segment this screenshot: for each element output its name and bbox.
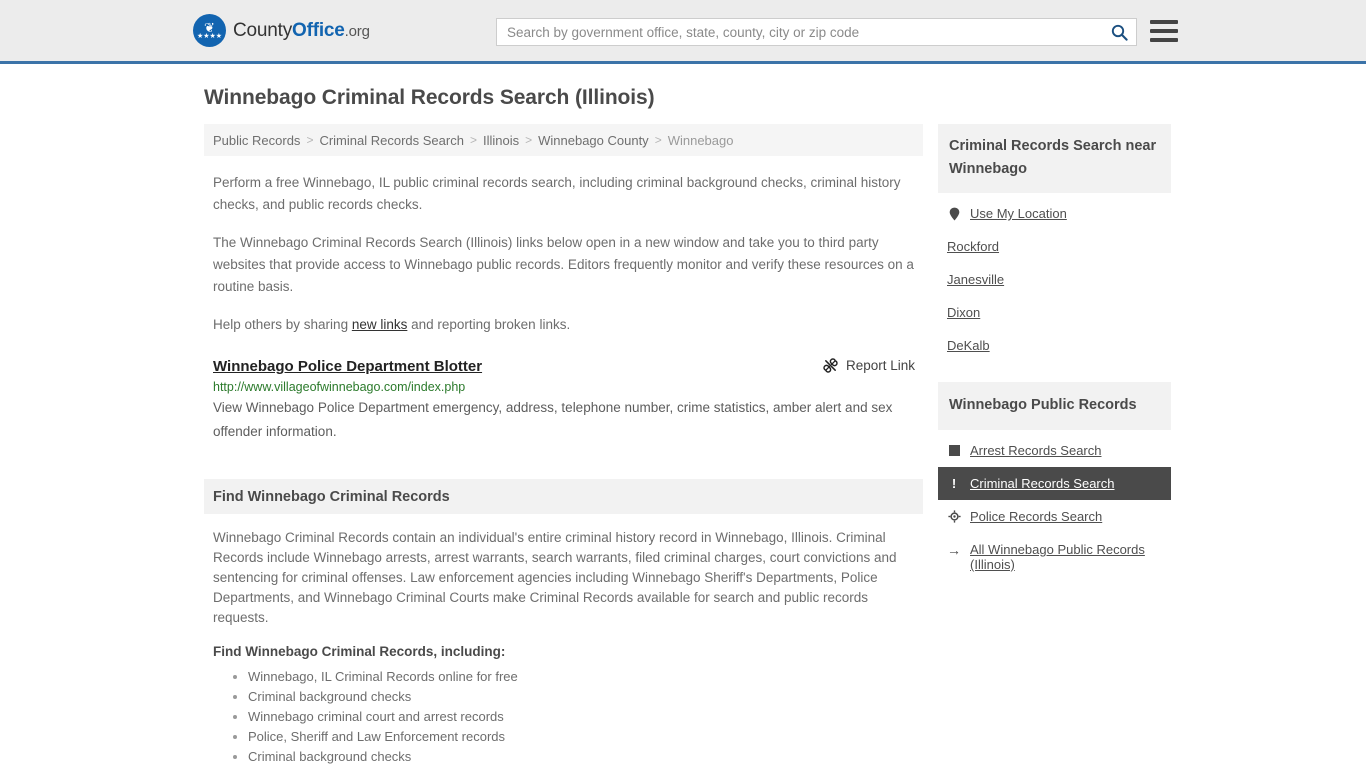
search-bar[interactable] (496, 18, 1137, 46)
breadcrumb: Public Records > Criminal Records Search… (204, 124, 923, 156)
sidebar-item-label[interactable]: Arrest Records Search (970, 443, 1102, 458)
sidebar-nearby-list: Use My Location Rockford Janesville Dixo… (938, 197, 1171, 362)
search-input[interactable] (497, 24, 1102, 40)
sidebar-item-police-records-search[interactable]: Police Records Search (938, 500, 1171, 533)
breadcrumb-separator: > (525, 133, 533, 147)
city-link-label[interactable]: Janesville (947, 272, 1004, 287)
sidebar-item-janesville[interactable]: Janesville (938, 263, 1171, 296)
sidebar-item-dekalb[interactable]: DeKalb (938, 329, 1171, 362)
list-item: Criminal background checks (248, 747, 923, 767)
menu-bar-2 (1150, 29, 1178, 33)
arrow-right-icon: → (947, 541, 961, 558)
breadcrumb-item-criminal-records-search[interactable]: Criminal Records Search (319, 133, 464, 148)
list-item: Winnebago, IL Criminal Records online fo… (248, 667, 923, 687)
breadcrumb-separator: > (306, 133, 314, 147)
sidebar-item-label[interactable]: Criminal Records Search (970, 476, 1115, 491)
result-title-link[interactable]: Winnebago Police Department Blotter (213, 358, 482, 375)
breadcrumb-item-public-records[interactable]: Public Records (213, 133, 300, 148)
map-pin-icon (947, 206, 961, 221)
result-url: http://www.villageofwinnebago.com/index.… (213, 380, 466, 394)
help-paragraph: Help others by sharing new links and rep… (204, 314, 923, 336)
result-header-row: Winnebago Police Department Blotter Repo… (213, 358, 923, 375)
content-columns: Public Records > Criminal Records Search… (204, 124, 1366, 767)
list-item: Winnebago criminal court and arrest reco… (248, 707, 923, 727)
search-icon[interactable] (1102, 19, 1136, 45)
page-container: Winnebago Criminal Records Search (Illin… (0, 64, 1366, 767)
stars-glyph: ★★★★ (196, 33, 223, 40)
eagle-emblem-icon: ❦ ★★★★ (193, 14, 226, 47)
list-item: Police, Sheriff and Law Enforcement reco… (248, 727, 923, 747)
search-glyph (1111, 24, 1128, 41)
result-item: Winnebago Police Department Blotter Repo… (204, 358, 923, 444)
report-link-button[interactable]: Report Link (823, 358, 923, 373)
hamburger-menu-icon[interactable] (1150, 20, 1178, 42)
breadcrumb-separator: > (469, 133, 477, 147)
sidebar-public-records-list: Arrest Records Search ! Criminal Records… (938, 434, 1171, 581)
sidebar-item-all-public-records[interactable]: → All Winnebago Public Records (Illinois… (938, 533, 1171, 581)
city-link-label[interactable]: Rockford (947, 239, 999, 254)
logo-suffix: .org (344, 22, 370, 40)
sidebar-item-criminal-records-search[interactable]: ! Criminal Records Search (938, 467, 1171, 500)
city-link-label[interactable]: DeKalb (947, 338, 990, 353)
sidebar: Criminal Records Search near Winnebago U… (938, 124, 1171, 767)
main-column: Public Records > Criminal Records Search… (204, 124, 923, 767)
exclamation-icon: ! (951, 476, 957, 491)
breadcrumb-separator: > (654, 133, 662, 147)
menu-bar-3 (1150, 38, 1178, 42)
sidebar-item-rockford[interactable]: Rockford (938, 230, 1171, 263)
help-prefix: Help others by sharing (213, 317, 352, 332)
logo-wordmark: CountyOffice.org (233, 20, 370, 42)
menu-bar-1 (1150, 20, 1178, 24)
breadcrumb-item-winnebago: Winnebago (667, 132, 734, 148)
target-icon (947, 509, 961, 524)
report-link-label: Report Link (845, 358, 915, 373)
logo-prefix: County (233, 19, 293, 41)
intro-paragraph-2: The Winnebago Criminal Records Search (I… (213, 235, 914, 294)
logo-bold: Office (292, 19, 345, 41)
map-pin-glyph (949, 207, 959, 220)
find-section-heading: Find Winnebago Criminal Records (204, 479, 923, 514)
breadcrumb-item-illinois[interactable]: Illinois (483, 133, 519, 148)
find-section-sub-heading: Find Winnebago Criminal Records, includi… (213, 644, 506, 659)
square-icon (947, 443, 961, 458)
sidebar-item-dixon[interactable]: Dixon (938, 296, 1171, 329)
site-logo[interactable]: ❦ ★★★★ CountyOffice.org (193, 14, 370, 47)
sidebar-item-arrest-records-search[interactable]: Arrest Records Search (938, 434, 1171, 467)
use-my-location-label[interactable]: Use My Location (970, 206, 1067, 221)
help-suffix: and reporting broken links. (407, 317, 571, 332)
page-title: Winnebago Criminal Records Search (Illin… (204, 86, 655, 109)
sidebar-nearby-heading: Criminal Records Search near Winnebago (938, 124, 1171, 193)
sidebar-item-label[interactable]: All Winnebago Public Records (Illinois) (970, 542, 1162, 572)
city-link-label[interactable]: Dixon (947, 305, 980, 320)
breadcrumb-item-winnebago-county[interactable]: Winnebago County (538, 133, 649, 148)
broken-link-icon (823, 358, 838, 373)
new-links-link[interactable]: new links (352, 317, 408, 332)
result-description: View Winnebago Police Department emergen… (213, 400, 893, 439)
intro-paragraph-1: Perform a free Winnebago, IL public crim… (213, 175, 901, 212)
list-item: Criminal background checks (248, 687, 923, 707)
sidebar-item-label[interactable]: Police Records Search (970, 509, 1102, 524)
find-section-body: Winnebago Criminal Records contain an in… (213, 530, 897, 625)
target-glyph (947, 510, 961, 523)
site-header: ❦ ★★★★ CountyOffice.org (0, 0, 1366, 64)
sidebar-item-use-my-location[interactable]: Use My Location (938, 197, 1171, 230)
sidebar-public-records-heading: Winnebago Public Records (938, 382, 1171, 430)
find-records-list: Winnebago, IL Criminal Records online fo… (204, 667, 923, 767)
